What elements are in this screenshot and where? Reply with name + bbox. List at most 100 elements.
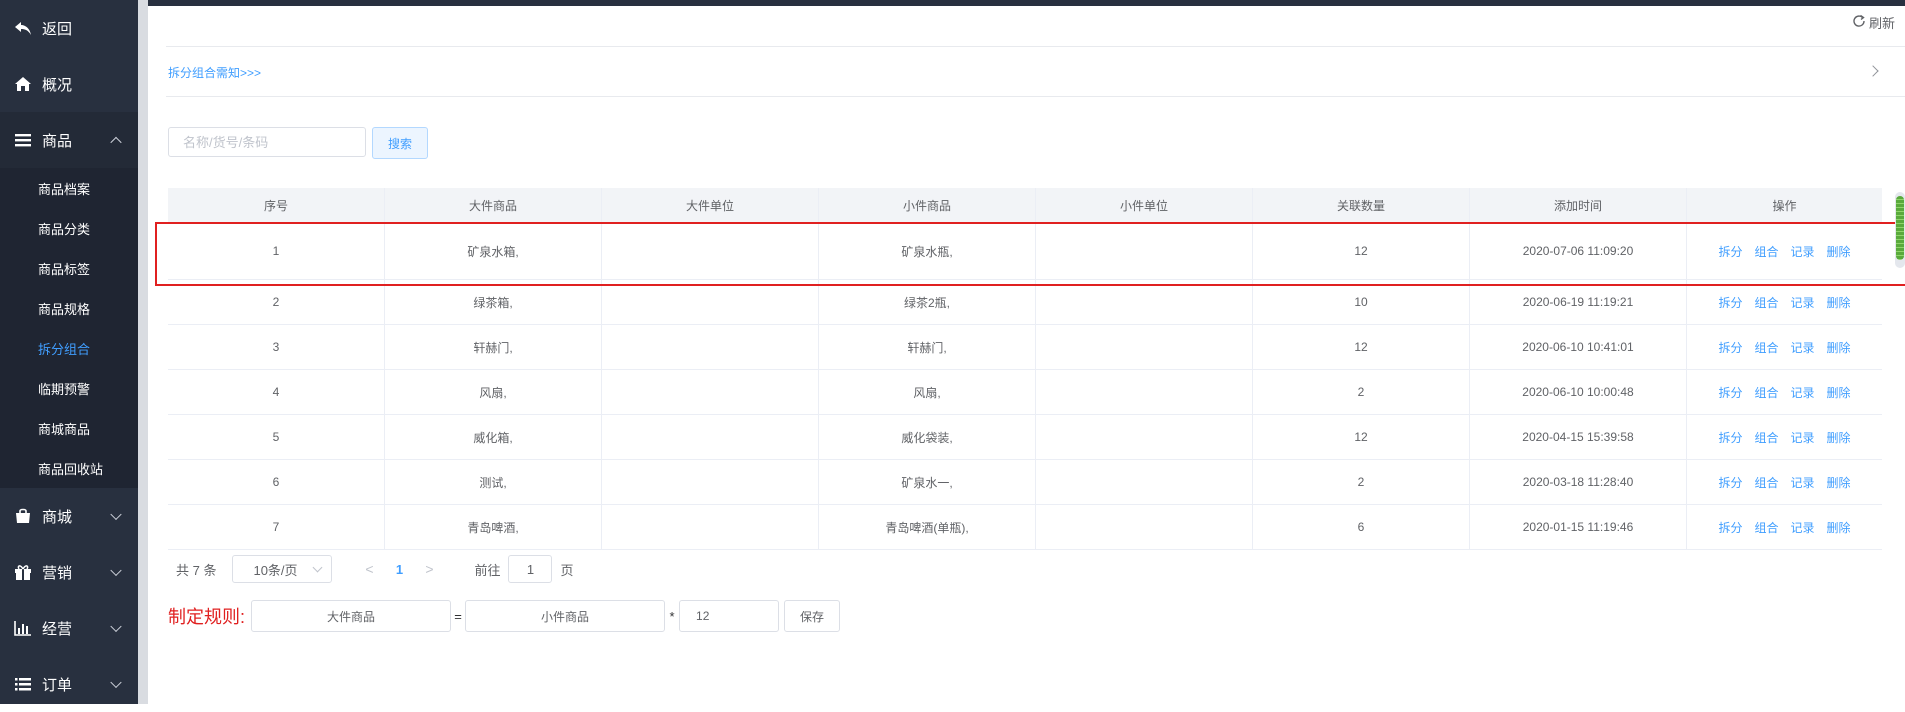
split-action-link[interactable]: 拆分 <box>1718 294 1742 311</box>
record-action-link[interactable]: 记录 <box>1791 339 1815 356</box>
delete-action-link[interactable]: 删除 <box>1827 519 1851 536</box>
refresh-label: 刷新 <box>1868 16 1895 31</box>
combine-action-link[interactable]: 组合 <box>1754 519 1778 536</box>
delete-action-link[interactable]: 删除 <box>1827 243 1851 260</box>
top-bar <box>148 0 1905 6</box>
sidebar-item-label: 概况 <box>42 76 73 94</box>
combine-action-link[interactable]: 组合 <box>1754 339 1778 356</box>
big-goods-input[interactable] <box>251 600 452 632</box>
sidebar-subitem-goods-tags[interactable]: 商品标签 <box>0 248 138 288</box>
divider <box>166 96 1905 97</box>
sidebar-subitem-mall-goods[interactable]: 商城商品 <box>0 408 138 448</box>
next-page-button[interactable]: > <box>414 555 444 583</box>
sidebar-subitem-goods-category[interactable]: 商品分类 <box>0 208 138 248</box>
cell-row-index: 7 <box>168 505 385 549</box>
cell-big-unit <box>602 280 819 324</box>
search-input[interactable] <box>168 127 366 157</box>
rule-form: 制定规则: = * 保存 <box>168 600 841 632</box>
record-action-link[interactable]: 记录 <box>1791 429 1815 446</box>
table-row: 3 轩赫门, 轩赫门, 12 2020-06-10 10:41:01 拆分 组合 记录 删除 <box>168 325 1882 370</box>
sidebar-subitem-expiry-warning[interactable]: 临期预警 <box>0 368 138 408</box>
sidebar-item-goods[interactable]: 商品 <box>0 112 138 168</box>
sidebar-item-label: 商品 <box>42 132 73 150</box>
table-row: 2 绿茶箱, 绿茶2瓶, 10 2020-06-19 11:19:21 拆分 组合 记录 删除 <box>168 280 1882 325</box>
cell-actions: 拆分 组合 记录 删除 <box>1687 223 1882 279</box>
combine-action-link[interactable]: 组合 <box>1754 243 1778 260</box>
search-button[interactable]: 搜索 <box>372 127 428 159</box>
notice-link[interactable]: 拆分组合需知>>> <box>168 64 261 81</box>
record-action-link[interactable]: 记录 <box>1791 474 1815 491</box>
sidebar-subitem-goods-spec[interactable]: 商品规格 <box>0 288 138 328</box>
combine-action-link[interactable]: 组合 <box>1754 429 1778 446</box>
cell-small-unit <box>1036 460 1253 504</box>
sidebar-item-label: 商城 <box>42 508 73 526</box>
delete-action-link[interactable]: 删除 <box>1827 474 1851 491</box>
refresh-button[interactable]: 刷新 <box>1852 13 1895 32</box>
scrollbar-thumb[interactable] <box>1896 196 1904 260</box>
combine-action-link[interactable]: 组合 <box>1754 474 1778 491</box>
page-size-select[interactable]: 10条/页 <box>232 555 333 583</box>
sidebar-gutter <box>138 0 148 704</box>
times-sign: * <box>669 608 675 624</box>
cell-small-goods: 绿茶2瓶, <box>819 280 1036 324</box>
sidebar-item-marketing[interactable]: 营销 <box>0 544 138 600</box>
rule-label: 制定规则: <box>168 607 246 627</box>
sidebar-subitem-goods-archive[interactable]: 商品档案 <box>0 168 138 208</box>
split-action-link[interactable]: 拆分 <box>1718 384 1742 401</box>
delete-action-link[interactable]: 删除 <box>1827 429 1851 446</box>
save-button[interactable]: 保存 <box>784 600 841 632</box>
sidebar-item-operation[interactable]: 经营 <box>0 600 138 656</box>
small-goods-input[interactable] <box>465 600 666 632</box>
quantity-input[interactable] <box>679 600 780 632</box>
cell-big-goods: 威化箱, <box>385 415 602 459</box>
delete-action-link[interactable]: 删除 <box>1827 339 1851 356</box>
cell-added-time: 2020-07-06 11:09:20 <box>1470 223 1687 279</box>
delete-action-link[interactable]: 删除 <box>1827 294 1851 311</box>
cell-actions: 拆分 组合 记录 删除 <box>1687 370 1882 414</box>
main-content: 刷新 拆分组合需知>>> 搜索 序号大件商品大件单位小件商品小件单位关联数量添加… <box>148 0 1905 704</box>
cell-row-index: 6 <box>168 460 385 504</box>
cell-row-index: 3 <box>168 325 385 369</box>
cell-big-unit <box>602 460 819 504</box>
vertical-scrollbar[interactable] <box>1895 192 1905 268</box>
combine-action-link[interactable]: 组合 <box>1754 384 1778 401</box>
cell-added-time: 2020-04-15 15:39:58 <box>1470 415 1687 459</box>
sidebar-item-mall[interactable]: 商城 <box>0 488 138 544</box>
cell-big-goods: 测试, <box>385 460 602 504</box>
prev-page-button[interactable]: < <box>354 555 384 583</box>
cell-small-goods: 青岛啤酒(单瓶), <box>819 505 1036 549</box>
table-row: 5 威化箱, 威化袋装, 12 2020-04-15 15:39:58 拆分 组合 记录 删除 <box>168 415 1882 460</box>
sidebar-subitem-goods-recycle[interactable]: 商品回收站 <box>0 448 138 488</box>
sidebar-item-back[interactable]: 返回 <box>0 0 138 56</box>
split-action-link[interactable]: 拆分 <box>1718 429 1742 446</box>
split-action-link[interactable]: 拆分 <box>1718 339 1742 356</box>
cell-row-index: 2 <box>168 280 385 324</box>
cell-small-goods: 轩赫门, <box>819 325 1036 369</box>
cell-big-unit <box>602 223 819 279</box>
chevron-down-icon <box>110 620 122 633</box>
chevron-right-icon[interactable] <box>1867 65 1879 77</box>
record-action-link[interactable]: 记录 <box>1791 243 1815 260</box>
cell-big-goods: 青岛啤酒, <box>385 505 602 549</box>
combine-action-link[interactable]: 组合 <box>1754 294 1778 311</box>
split-action-link[interactable]: 拆分 <box>1718 474 1742 491</box>
record-action-link[interactable]: 记录 <box>1791 384 1815 401</box>
record-action-link[interactable]: 记录 <box>1791 294 1815 311</box>
table-row: 7 青岛啤酒, 青岛啤酒(单瓶), 6 2020-01-15 11:19:46 拆分 组合记… <box>168 505 1882 550</box>
cell-actions: 拆分 组合 记录 删除 <box>1687 325 1882 369</box>
delete-action-link[interactable]: 删除 <box>1827 384 1851 401</box>
table-header-col-index: 序号 <box>168 188 385 222</box>
goto-suffix: 页 <box>560 562 574 578</box>
sidebar: 返回 概况 商品 商品档案 商品分类 商品标签 商品规格 拆分组合 临期预警 商… <box>0 0 138 704</box>
record-action-link[interactable]: 记录 <box>1791 519 1815 536</box>
goto-page-input[interactable] <box>508 555 553 583</box>
split-action-link[interactable]: 拆分 <box>1718 519 1742 536</box>
cell-small-unit <box>1036 223 1253 279</box>
sidebar-subitem-split-combine[interactable]: 拆分组合 <box>0 328 138 368</box>
cell-big-unit <box>602 505 819 549</box>
page-number-current[interactable]: 1 <box>384 562 414 577</box>
table-header-col-quantity: 关联数量 <box>1253 188 1470 222</box>
cell-quantity: 12 <box>1253 415 1470 459</box>
split-action-link[interactable]: 拆分 <box>1718 243 1742 260</box>
sidebar-item-overview[interactable]: 概况 <box>0 56 138 112</box>
